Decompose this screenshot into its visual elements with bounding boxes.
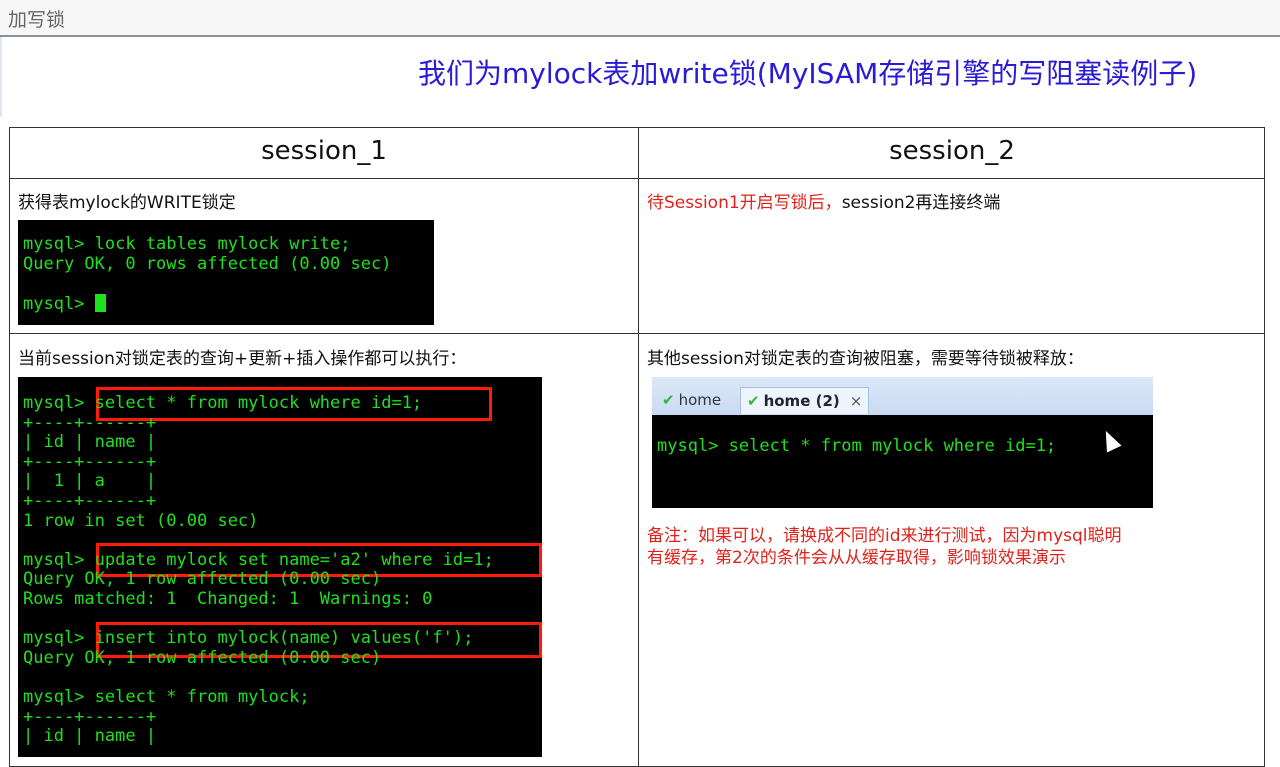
row1-right-text: 待Session1开启写锁后，session2再连接终端 (647, 188, 1000, 213)
terminal-line: mysql> update mylock set name='a2' where… (23, 549, 494, 570)
terminal-tab-bar: ✔ home ✔ home (2) × (652, 377, 1153, 415)
terminal-line: Rows matched: 1 Changed: 1 Warnings: 0 (23, 589, 433, 609)
tab-home[interactable]: ✔ home (656, 387, 727, 413)
terminal-line: mysql> select * from mylock where id=1; (23, 393, 423, 413)
terminal-line: +----+------+ (23, 491, 157, 511)
left-edge (0, 37, 2, 117)
prompt: mysql> (23, 294, 95, 314)
header-session-2: session_2 (889, 136, 1015, 166)
terminal-line: | id | name | (23, 432, 157, 453)
check-icon: ✔ (662, 391, 675, 409)
cursor-icon (94, 294, 106, 312)
check-icon: ✔ (747, 392, 760, 410)
row-divider (10, 178, 1264, 179)
column-divider (638, 128, 639, 766)
row2-right-text: 其他session对锁定表的查询被阻塞，需要等待锁被释放： (647, 349, 1084, 369)
terminal-line: 1 row in set (0.00 sec) (23, 510, 259, 531)
note-line-2: 有缓存，第2次的条件会从从缓存取得，影响锁效果演示 (647, 548, 1066, 568)
tab-label: home (2) (763, 392, 840, 410)
close-icon[interactable]: × (850, 392, 863, 410)
terminal-line: Query OK, 0 rows affected (0.00 sec) (23, 254, 392, 274)
terminal-line: mysql> lock tables mylock write; (23, 234, 351, 254)
terminal-line: mysql> select * from mylock; (23, 687, 310, 707)
terminal-session-1-ops: mysql> select * from mylock where id=1; +… (18, 377, 542, 757)
header-session-1: session_1 (261, 136, 387, 166)
terminal-line: +----+------+ (23, 412, 157, 433)
row1-right-black: session2再连接终端 (841, 193, 1001, 213)
window-titlebar: 加写锁 (0, 0, 1280, 37)
row2-left-text: 当前session对锁定表的查询+更新+插入操作都可以执行： (18, 349, 467, 369)
terminal-session-1: mysql> lock tables mylock write; Query O… (18, 220, 434, 325)
terminal-line: Query OK, 1 row affected (0.00 sec) (23, 647, 382, 668)
terminal-line: mysql> insert into mylock(name) values('… (23, 628, 474, 649)
window-title: 加写锁 (8, 9, 66, 31)
terminal-line: | id | name | (23, 726, 157, 747)
row1-left-text: 获得表mylock的WRITE锁定 (18, 193, 236, 213)
tab-label: home (678, 391, 722, 409)
terminal-line: mysql> select * from mylock where id=1; (657, 436, 1057, 456)
tab-home-2[interactable]: ✔ home (2) × (740, 387, 870, 414)
terminal-session-2: mysql> select * from mylock where id=1; (652, 415, 1153, 508)
terminal-line: mysql> (23, 294, 106, 314)
terminal-line: Query OK, 1 row affected (0.00 sec) (23, 569, 382, 590)
terminal-line: +----+------+ (23, 706, 157, 727)
terminal-line: | 1 | a | (23, 471, 157, 492)
terminal-line: +----+------+ (23, 451, 157, 472)
row1-right-red: 待Session1开启写锁后， (647, 193, 842, 213)
row-divider (10, 333, 1264, 334)
page-heading: 我们为mylock表加write锁(MyISAM存储引擎的写阻塞读例子) (418, 57, 1198, 90)
